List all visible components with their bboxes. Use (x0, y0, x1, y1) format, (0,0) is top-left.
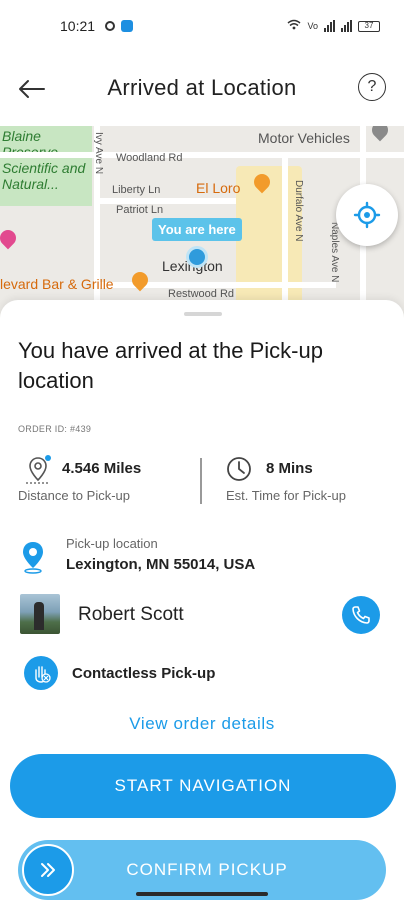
distance-label: Distance to Pick-up (18, 488, 130, 503)
trip-stats: 4.546 Miles Distance to Pick-up 8 Mins E… (0, 452, 404, 512)
pickup-location-label: Pick-up location (66, 536, 158, 551)
map-street-label: Durfalo Ave N (293, 180, 304, 242)
current-location-marker (186, 246, 208, 268)
confirm-pickup-slider[interactable]: CONFIRM PICKUP (18, 840, 386, 900)
battery-icon: 37 (358, 20, 380, 32)
arrow-left-icon (19, 80, 45, 98)
map-park-label: Blaine Preserve Scientific and Natural..… (2, 128, 86, 192)
slide-handle[interactable] (22, 844, 74, 896)
signal-icon (324, 20, 335, 32)
details-sheet: You have arrived at the Pick-up location… (0, 300, 404, 900)
poi-pin-icon[interactable] (0, 226, 20, 250)
status-bar: 10:21 Vo 37 (0, 0, 404, 52)
call-button[interactable] (342, 596, 380, 634)
pickup-address: Lexington, MN 55014, USA (66, 556, 256, 573)
wifi-icon (287, 19, 301, 33)
map-place-label: Motor Vehicles (258, 130, 350, 146)
help-button[interactable]: ? (358, 73, 386, 101)
app-header: Arrived at Location ? (0, 58, 404, 118)
you-are-here-tag: You are here (152, 218, 242, 241)
map-view[interactable]: Blaine Preserve Scientific and Natural..… (0, 126, 404, 326)
time-label: Est. Time for Pick-up (226, 488, 346, 503)
back-button[interactable] (14, 72, 48, 106)
double-chevron-right-icon (41, 863, 55, 877)
signal-icon-2 (341, 20, 352, 32)
customer-name: Robert Scott (78, 604, 184, 625)
stat-divider (200, 458, 202, 504)
no-touch-icon (24, 656, 58, 690)
recenter-button[interactable] (336, 184, 398, 246)
clock-icon (227, 457, 251, 481)
order-id: ORDER ID: #439 (18, 424, 92, 434)
customer-avatar (20, 594, 60, 634)
map-street-label: Ivy Ave N (93, 132, 104, 175)
map-street-label: Woodland Rd (116, 152, 183, 164)
location-pin-icon (23, 542, 43, 574)
customer-row: Robert Scott (18, 592, 388, 638)
question-icon: ? (367, 78, 377, 95)
map-street-label: Naples Ave N (329, 222, 340, 283)
time-value: 8 Mins (266, 460, 313, 477)
start-navigation-button[interactable]: START NAVIGATION (10, 754, 396, 818)
poi-pin-icon[interactable] (368, 126, 392, 142)
map-road (0, 152, 404, 158)
route-pin-icon (26, 455, 51, 484)
arrival-title: You have arrived at the Pick-up location (18, 338, 323, 393)
view-order-details-link[interactable]: View order details (0, 714, 404, 734)
sheet-grabber[interactable] (184, 312, 222, 316)
status-time: 10:21 (60, 18, 96, 34)
map-poi-label: levard Bar & Grille (0, 276, 114, 292)
contactless-label: Contactless Pick-up (72, 665, 216, 682)
page-title: Arrived at Location (107, 75, 297, 100)
notification-icon (105, 21, 116, 31)
map-street-label: Patriot Ln (116, 204, 164, 216)
distance-value: 4.546 Miles (62, 460, 142, 477)
map-street-label: Liberty Ln (112, 184, 161, 196)
home-indicator (136, 892, 268, 896)
volte-icon: Vo (307, 21, 318, 31)
pickup-location: Pick-up location Lexington, MN 55014, US… (18, 536, 388, 580)
phone-icon (352, 606, 370, 624)
map-street-label: Restwood Rd (168, 288, 235, 300)
crosshair-icon (353, 201, 381, 229)
map-poi-label: El Loro (196, 180, 241, 196)
app-notification-icon (121, 20, 134, 32)
contactless-pickup: Contactless Pick-up (24, 656, 394, 692)
